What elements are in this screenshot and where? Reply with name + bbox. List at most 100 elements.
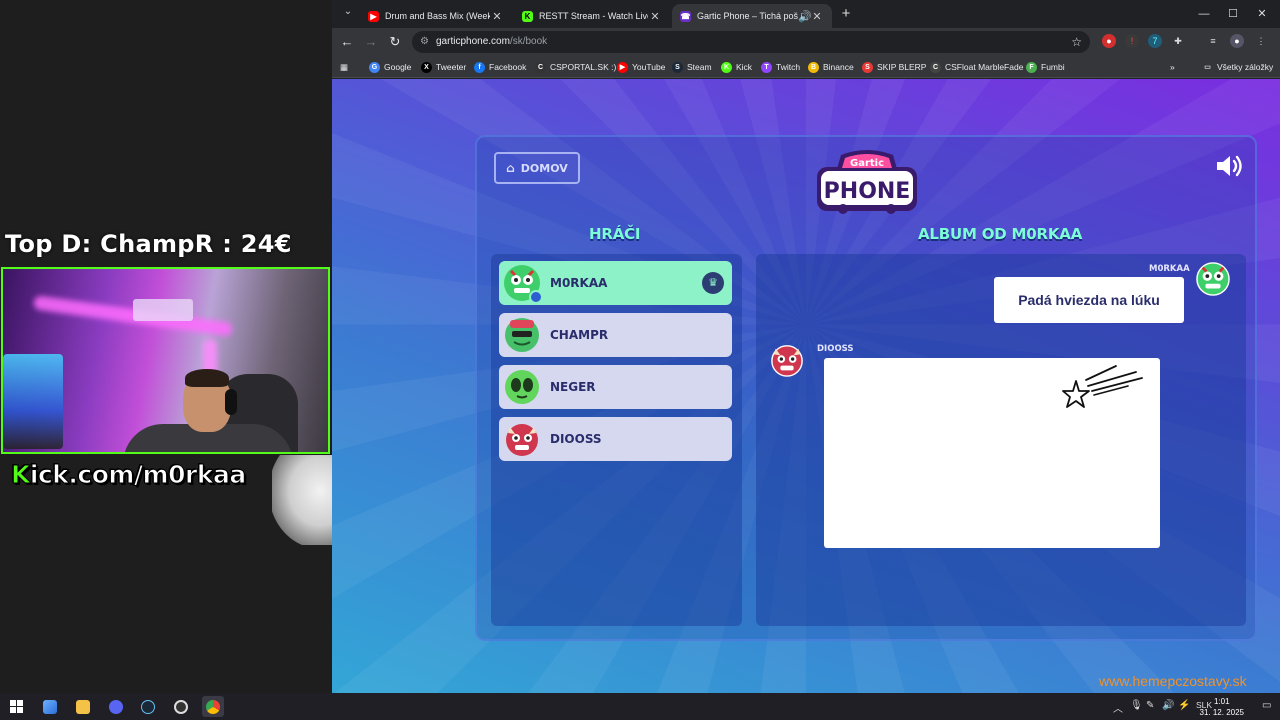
bookmark-favicon-icon: G	[369, 61, 380, 73]
player-card-diooss[interactable]: DIOOSS	[499, 417, 732, 461]
microphone-icon[interactable]: 🎙	[1130, 700, 1143, 711]
bookmark-youtube[interactable]: ▶ YouTube	[617, 59, 665, 75]
browser-menu-icon[interactable]: ⋮	[1254, 34, 1268, 48]
address-bar[interactable]: ⚙ garticphone.com/sk/book ☆	[412, 31, 1090, 53]
player-avatar	[504, 265, 543, 304]
webcam-pc-case	[3, 354, 63, 449]
album-entry-author: M0RKAA	[1149, 264, 1190, 274]
profile-avatar[interactable]: ●	[1230, 34, 1244, 48]
player-card-champr[interactable]: CHAMPR	[499, 313, 732, 357]
steam-icon[interactable]	[137, 696, 159, 717]
webcam-shelf	[133, 299, 193, 321]
task-view-icon[interactable]	[39, 696, 61, 717]
audio-playing-icon[interactable]: 🔊	[798, 10, 812, 23]
obs-icon[interactable]	[170, 696, 192, 717]
bookmark-favicon-icon: f	[474, 61, 485, 73]
reload-icon[interactable]: ↻	[386, 33, 404, 51]
album-panel: ⌂ DOMOV Gartic PHONE HRÁČI ALBUM OD M0RK…	[475, 135, 1257, 641]
bookmark-favicon-icon: K	[721, 61, 732, 73]
maximize-icon[interactable]: ☐	[1223, 4, 1243, 24]
player-card-neger[interactable]: NEGER	[499, 365, 732, 409]
svg-text:Gartic: Gartic	[850, 158, 884, 169]
tray-overflow-icon[interactable]: ︿	[1113, 700, 1123, 715]
bookmark-favicon-icon: X	[421, 61, 432, 73]
discord-icon[interactable]	[105, 696, 127, 717]
system-tray: ︿ 🎙 ✎ 🔊 ⚡ SLK 1:01 31. 12. 2025 ▭	[1110, 693, 1280, 720]
windows-taskbar: ︿ 🎙 ✎ 🔊 ⚡ SLK 1:01 31. 12. 2025 ▭	[0, 693, 1280, 720]
site-info-icon[interactable]: ⚙	[420, 31, 429, 53]
bookmark-csportal-sk[interactable]: C CSPORTAL.SK :)	[535, 59, 616, 75]
tab-strip: ⌄ ▶ Drum and Bass Mix (Week 25) ✕ K REST…	[332, 0, 1280, 28]
volume-icon[interactable]: 🔊	[1162, 700, 1174, 711]
website-watermark: www.hemepczostavy.sk	[1099, 673, 1247, 689]
back-icon[interactable]: ←	[338, 33, 356, 51]
home-button[interactable]: ⌂ DOMOV	[494, 152, 580, 184]
extension-icon[interactable]: ●	[1102, 34, 1116, 48]
player-avatar	[504, 421, 540, 457]
file-explorer-icon[interactable]	[72, 696, 94, 717]
media-controls-icon[interactable]: ≡	[1206, 34, 1220, 48]
apps-grid-icon[interactable]: ▦	[340, 59, 348, 75]
new-tab-button[interactable]: +	[837, 5, 855, 23]
tab-gartic-phone[interactable]: ☎ Gartic Phone – Tichá pošta 🔊 ✕	[672, 4, 832, 28]
sound-toggle-icon[interactable]	[1215, 153, 1245, 179]
players-heading: HRÁČI	[589, 225, 641, 243]
tab-restt-stream[interactable]: K RESTT Stream - Watch Live on Kick ✕	[514, 4, 670, 28]
bookmark-csfloat-marblefade[interactable]: C CSFloat MarbleFade	[930, 59, 1023, 75]
pen-icon[interactable]: ✎	[1146, 700, 1154, 711]
car-decoration	[272, 455, 332, 545]
webcam-headset	[225, 389, 237, 415]
close-tab-icon[interactable]: ✕	[648, 10, 662, 23]
bookmark-facebook[interactable]: f Facebook	[474, 59, 526, 75]
extension-icon[interactable]: !	[1125, 34, 1139, 48]
tab-drum-and-bass[interactable]: ▶ Drum and Bass Mix (Week 25) ✕	[360, 4, 512, 28]
shooting-star-drawing	[1062, 365, 1143, 408]
bookmark-kick[interactable]: K Kick	[721, 59, 752, 75]
album-heading: ALBUM OD M0RKAA	[918, 225, 1083, 243]
folder-icon: ▭	[1204, 63, 1211, 71]
bookmark-steam[interactable]: S Steam	[672, 59, 712, 75]
start-icon[interactable]	[5, 696, 27, 717]
bookmark-favicon-icon: C	[535, 61, 546, 73]
bookmark-twitch[interactable]: T Twitch	[761, 59, 800, 75]
bookmarks-bar: ▦ G Google X Tweeter f Facebook C CSPORTAL.SK :…	[332, 56, 1280, 78]
forward-icon[interactable]: →	[362, 33, 380, 51]
network-icon[interactable]: ⚡	[1178, 700, 1190, 711]
browser-window: ⌄ ▶ Drum and Bass Mix (Week 25) ✕ K REST…	[332, 0, 1280, 693]
bookmark-star-icon[interactable]: ☆	[1071, 31, 1082, 53]
notifications-icon[interactable]: ▭	[1262, 700, 1271, 711]
bookmark-favicon-icon: T	[761, 61, 772, 73]
bookmark-binance[interactable]: B Binance	[808, 59, 854, 75]
all-bookmarks-folder[interactable]: ▭ Všetky záložky	[1202, 59, 1273, 75]
webcam-feed	[1, 267, 330, 454]
more-bookmarks-icon[interactable]: »	[1170, 59, 1175, 75]
tab-search-button[interactable]: ⌄	[340, 6, 356, 22]
close-tab-icon[interactable]: ✕	[490, 10, 504, 23]
bookmark-favicon-icon: F	[1026, 61, 1037, 73]
bookmark-favicon-icon: ▶	[617, 61, 628, 73]
player-avatar	[504, 369, 540, 405]
player-card-m0rkaa[interactable]: M0RKAA ♛	[499, 261, 732, 305]
album-entry-author: DIOOSS	[817, 344, 854, 354]
player-avatar	[504, 317, 540, 353]
album-text-bubble: Padá hviezda na lúku	[994, 277, 1184, 323]
bookmark-tweeter[interactable]: X Tweeter	[421, 59, 466, 75]
bookmark-favicon-icon: S	[672, 61, 683, 73]
bookmark-fumbi[interactable]: F Fumbi	[1026, 59, 1065, 75]
players-list: M0RKAA ♛ CHAMPR NEGER DIOOSS	[491, 254, 742, 626]
extension-icon[interactable]: 7	[1148, 34, 1162, 48]
extensions-puzzle-icon[interactable]: ✚	[1171, 34, 1185, 48]
bookmark-google[interactable]: G Google	[369, 59, 411, 75]
bookmark-favicon-icon: C	[930, 61, 941, 73]
chrome-icon[interactable]	[202, 696, 224, 717]
close-window-icon[interactable]: ✕	[1252, 4, 1272, 24]
album-content: M0RKAA Padá hviezda na lúku DIOOSS	[756, 254, 1246, 626]
minimize-icon[interactable]: —	[1194, 4, 1214, 24]
top-donation-text: Top D: ChampR : 24€	[5, 230, 292, 258]
gartic-phone-page: ⌂ DOMOV Gartic PHONE HRÁČI ALBUM OD M0RK…	[332, 79, 1280, 693]
bookmark-skip-blerp[interactable]: S SKIP BLERP	[862, 59, 926, 75]
home-icon: ⌂	[506, 161, 515, 175]
clock[interactable]: 1:01 31. 12. 2025	[1200, 696, 1244, 718]
close-tab-icon[interactable]: ✕	[810, 10, 824, 23]
gartic-phone-logo: Gartic PHONE	[817, 150, 917, 214]
